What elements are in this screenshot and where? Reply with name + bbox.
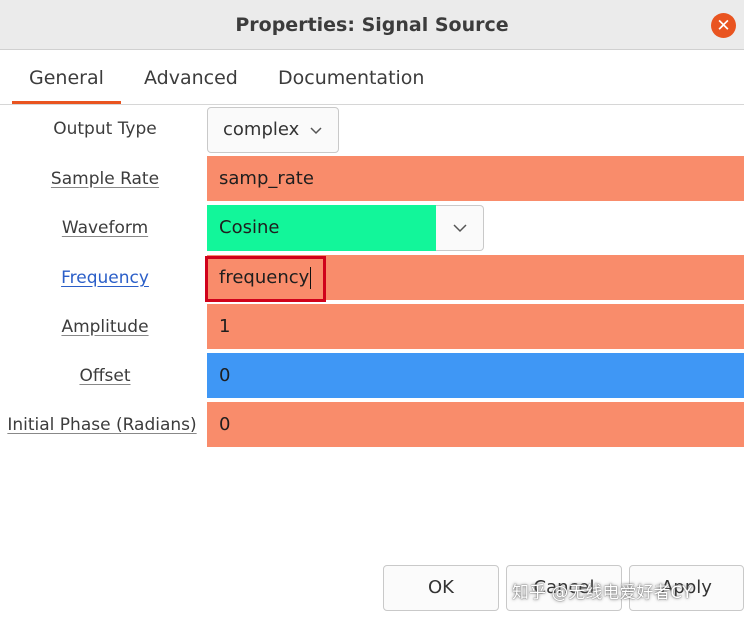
- output-type-select[interactable]: complex: [207, 107, 339, 153]
- close-icon: ✕: [716, 15, 731, 36]
- close-button[interactable]: ✕: [711, 13, 736, 38]
- tab-advanced[interactable]: Advanced: [144, 50, 238, 104]
- initial-phase-label: Initial Phase (Radians): [7, 415, 197, 435]
- offset-label: Offset: [79, 366, 131, 386]
- initial-phase-field[interactable]: 0: [207, 402, 744, 447]
- window-title: Properties: Signal Source: [235, 14, 509, 36]
- amplitude-label: Amplitude: [61, 317, 149, 337]
- waveform-label: Waveform: [61, 218, 149, 238]
- ok-button[interactable]: OK: [383, 565, 499, 611]
- amplitude-field[interactable]: 1: [207, 304, 744, 349]
- waveform-dropdown-button[interactable]: [436, 205, 484, 251]
- title-bar: Properties: Signal Source ✕: [0, 0, 744, 50]
- offset-field[interactable]: 0: [207, 353, 744, 398]
- output-type-label: Output Type: [53, 119, 157, 139]
- frequency-label[interactable]: Frequency: [10, 268, 200, 288]
- tab-general[interactable]: General: [12, 50, 121, 104]
- chevron-down-icon: [310, 127, 322, 135]
- output-type-value: complex: [223, 119, 300, 140]
- waveform-select[interactable]: Cosine: [207, 205, 436, 251]
- tab-documentation[interactable]: Documentation: [278, 50, 424, 104]
- tab-bar: General Advanced Documentation: [0, 50, 744, 105]
- sample-rate-label: Sample Rate: [50, 169, 160, 189]
- chevron-down-icon: [452, 224, 467, 233]
- sample-rate-field[interactable]: samp_rate: [207, 156, 744, 201]
- watermark-text: 知乎 @无线电爱好者CY: [512, 583, 693, 603]
- highlight-box: [205, 256, 326, 302]
